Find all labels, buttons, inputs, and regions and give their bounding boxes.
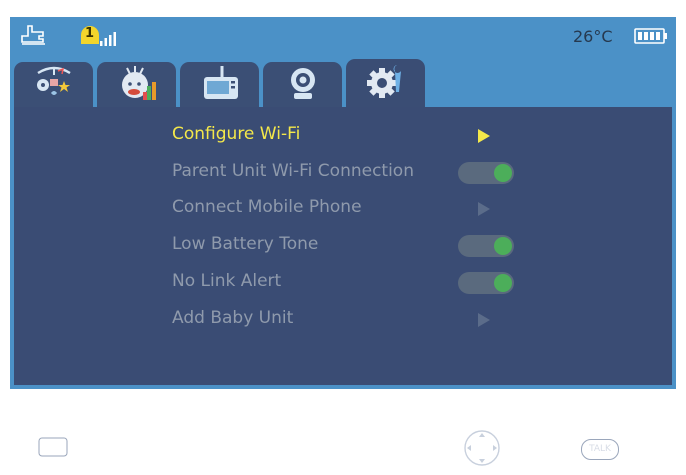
monitor-screen: 1 26°C Configure Wi-Fi Parent Unit Wi-Fi…: [10, 17, 676, 466]
low-battery-tone-toggle[interactable]: [458, 235, 514, 257]
menu-item-low-battery-tone[interactable]: Low Battery Tone: [172, 231, 592, 261]
chevron-right-icon: [478, 313, 490, 327]
crib-mobile-icon: [32, 65, 76, 105]
temperature-readout: 26°C: [573, 27, 613, 46]
tab-crib-mobile[interactable]: [14, 62, 93, 107]
unit-badge-icon: 1: [79, 25, 99, 45]
tab-monitor-device[interactable]: [180, 62, 259, 107]
hand-icon: [19, 23, 49, 49]
settings-icon: [366, 62, 406, 104]
tab-settings[interactable]: [346, 59, 425, 107]
settings-panel: Configure Wi-Fi Parent Unit Wi-Fi Connec…: [14, 107, 672, 466]
tab-camera[interactable]: [263, 62, 342, 107]
unit-badge-number: 1: [85, 26, 95, 41]
toggle-knob: [494, 237, 512, 255]
menu-item-label: Low Battery Tone: [172, 234, 319, 254]
status-bar: 1 26°C: [10, 17, 676, 57]
menu-item-label: Configure Wi-Fi: [172, 124, 301, 144]
dpad-icon[interactable]: [463, 429, 501, 471]
menu-item-parent-unit-wifi[interactable]: Parent Unit Wi-Fi Connection: [172, 158, 592, 188]
help-label: Help: [74, 439, 113, 459]
menu-item-label: Parent Unit Wi-Fi Connection: [172, 161, 414, 181]
menu-item-label: No Link Alert: [172, 271, 282, 291]
battery-icon: [634, 27, 668, 49]
menu-item-label: Connect Mobile Phone: [172, 197, 362, 217]
camera-icon: [285, 64, 321, 106]
menu-item-label: Add Baby Unit: [172, 308, 294, 328]
signal-icon: [100, 31, 116, 50]
monitor-device-icon: [198, 64, 242, 106]
tab-bar: [10, 59, 676, 107]
footer-hints: Help Select TALK Exit: [14, 425, 672, 475]
talk-badge[interactable]: TALK: [581, 439, 619, 460]
menu-item-configure-wifi[interactable]: Configure Wi-Fi: [172, 121, 592, 151]
no-link-alert-toggle[interactable]: [458, 272, 514, 294]
parent-unit-wifi-toggle[interactable]: [458, 162, 514, 184]
baby-temperature-icon: [115, 64, 159, 106]
tab-baby-temperature[interactable]: [97, 62, 176, 107]
toggle-knob: [494, 274, 512, 292]
exit-label: Exit: [622, 439, 655, 459]
select-label: Select: [507, 439, 560, 459]
menu-item-add-baby-unit[interactable]: Add Baby Unit: [172, 305, 592, 335]
menu-item-no-link-alert[interactable]: No Link Alert: [172, 268, 592, 298]
chevron-right-icon: [478, 129, 490, 143]
chevron-right-icon: [478, 202, 490, 216]
menu-item-connect-mobile[interactable]: Connect Mobile Phone: [172, 194, 592, 224]
zoom-icon[interactable]: [38, 437, 68, 461]
toggle-knob: [494, 164, 512, 182]
